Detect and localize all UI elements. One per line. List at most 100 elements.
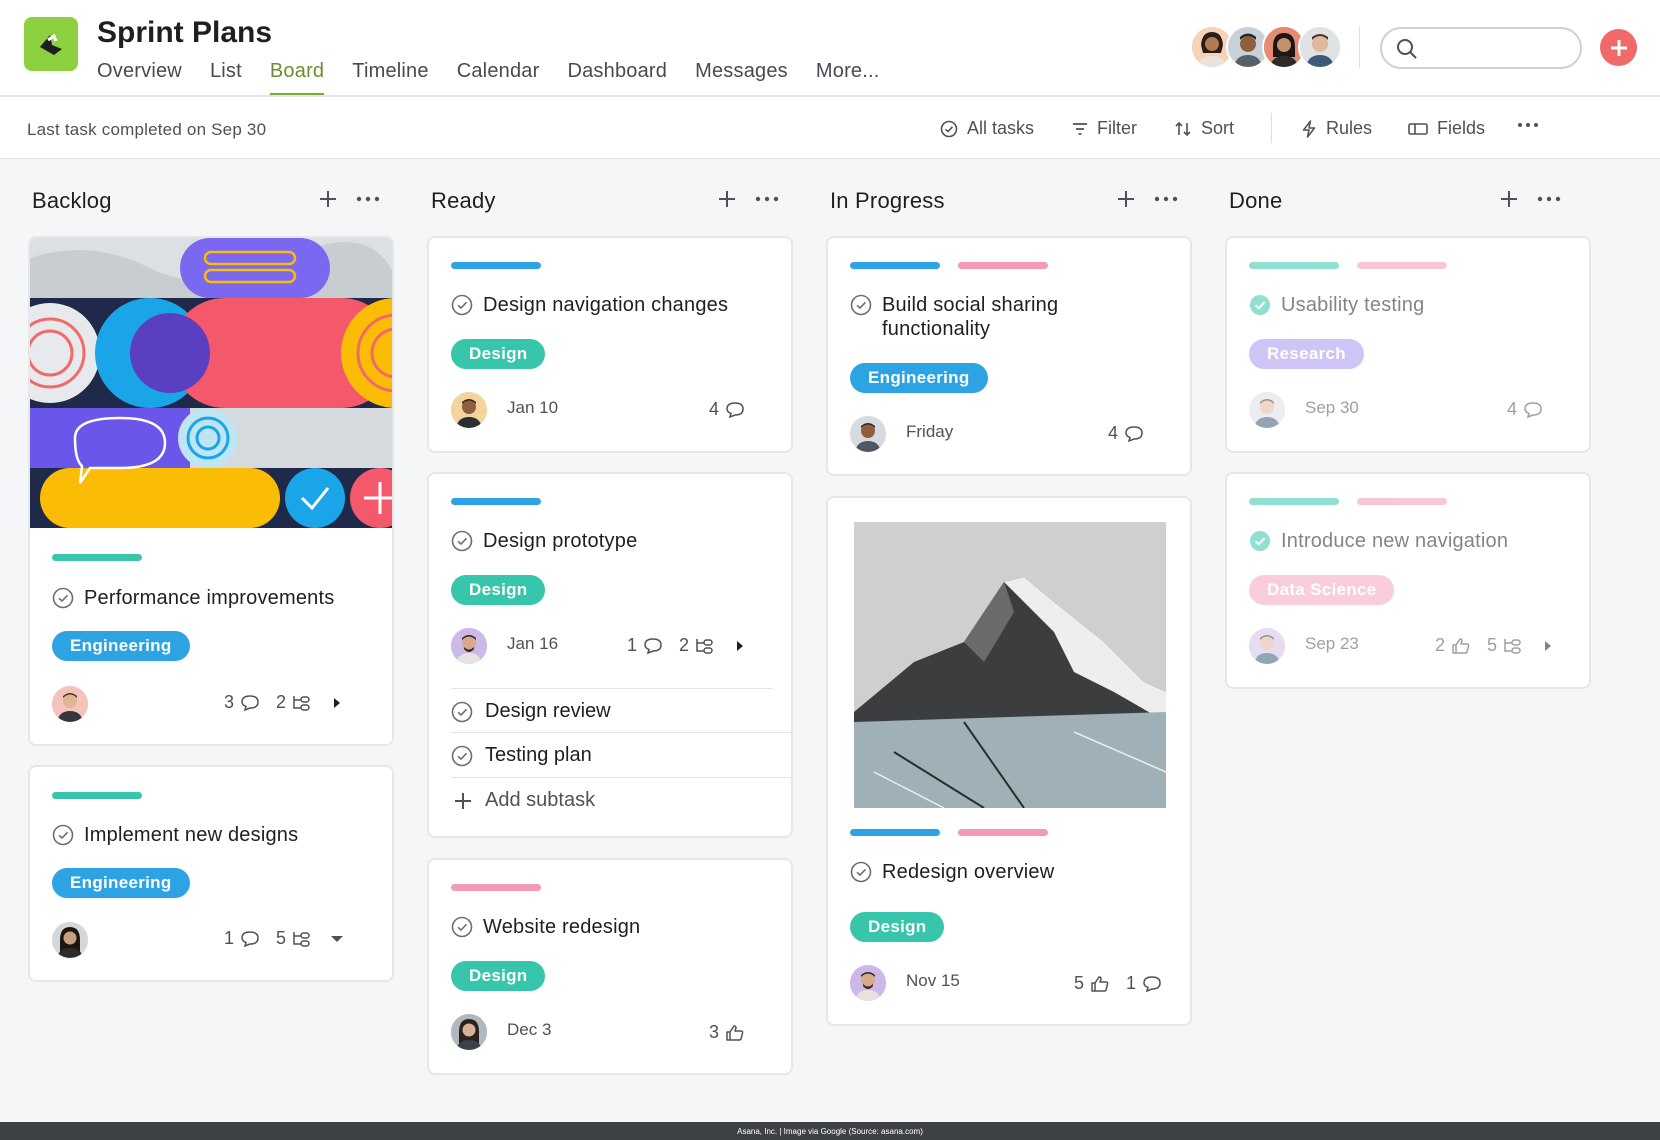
tab-overview[interactable]: Overview	[97, 60, 182, 95]
column-more-button[interactable]	[1536, 186, 1562, 212]
assignee-avatar[interactable]	[1249, 628, 1285, 664]
due-date[interactable]: Nov 15	[906, 971, 960, 991]
avatar[interactable]	[1298, 25, 1342, 69]
add-task-button[interactable]	[1113, 186, 1139, 212]
cover-image	[30, 238, 392, 528]
subtask-row[interactable]: Testing plan	[451, 744, 592, 767]
task-title[interactable]: Performance improvements	[52, 586, 334, 610]
check-circle-icon[interactable]	[451, 294, 473, 316]
task-card-design-prototype[interactable]: Design prototype Design Jan 16 1 2 Desig…	[427, 472, 793, 838]
comment-icon	[726, 401, 744, 418]
tag-design[interactable]: Design	[451, 339, 546, 369]
like-icon[interactable]	[1090, 975, 1110, 993]
column-more-button[interactable]	[355, 186, 381, 212]
like-icon[interactable]	[725, 1024, 745, 1042]
assignee-avatar[interactable]	[52, 922, 88, 958]
like-icon[interactable]	[1451, 637, 1471, 655]
task-card-website-redesign[interactable]: Website redesign Design Dec 3 3	[427, 858, 793, 1075]
subtask-count: 5	[276, 928, 287, 948]
task-title[interactable]: Website redesign	[451, 915, 640, 939]
tag-engineering[interactable]: Engineering	[52, 868, 190, 898]
check-circle-icon[interactable]	[52, 587, 74, 609]
due-date[interactable]: Jan 10	[507, 398, 558, 418]
comment-icon	[1524, 401, 1542, 418]
tab-board[interactable]: Board	[269, 60, 325, 95]
task-title[interactable]: Build social sharing functionality	[850, 293, 1058, 341]
caret-right-icon[interactable]	[735, 639, 745, 653]
task-card-usability-testing[interactable]: Usability testing Research Sep 30 4	[1225, 236, 1591, 453]
task-card-redesign-overview[interactable]: Redesign overview Design Nov 15 5 1	[826, 496, 1192, 1026]
fields-button[interactable]: Fields	[1408, 118, 1485, 139]
check-circle-icon[interactable]	[451, 916, 473, 938]
assignee-avatar[interactable]	[451, 628, 487, 664]
task-title-text: Usability testing	[1281, 294, 1425, 316]
check-circle-filled-icon[interactable]	[1249, 530, 1271, 552]
tab-list[interactable]: List	[210, 60, 242, 95]
task-title[interactable]: Design prototype	[451, 529, 637, 553]
task-title[interactable]: Usability testing	[1249, 293, 1424, 317]
check-circle-icon[interactable]	[850, 294, 872, 316]
tag-design[interactable]: Design	[850, 912, 945, 942]
comment-icon	[1143, 975, 1161, 992]
assignee-avatar[interactable]	[850, 416, 886, 452]
due-date[interactable]: Dec 3	[507, 1020, 551, 1040]
more-options-button[interactable]	[1517, 113, 1539, 137]
due-date[interactable]: Sep 30	[1305, 398, 1359, 418]
search-input[interactable]	[1426, 35, 1571, 61]
due-date[interactable]: Sep 23	[1305, 634, 1359, 654]
caret-right-icon[interactable]	[1543, 639, 1553, 653]
check-circle-icon[interactable]	[52, 824, 74, 846]
subtask-row[interactable]: Design review	[451, 700, 611, 723]
caret-right-icon[interactable]	[332, 696, 342, 710]
task-card-implement[interactable]: Implement new designs Engineering 1 5	[28, 765, 394, 982]
assignee-avatar[interactable]	[451, 1014, 487, 1050]
assignee-avatar[interactable]	[850, 965, 886, 1001]
task-title[interactable]: Design navigation changes	[451, 293, 728, 317]
task-title[interactable]: Redesign overview	[850, 860, 1054, 884]
task-title[interactable]: Introduce new navigation	[1249, 529, 1508, 553]
check-circle-filled-icon[interactable]	[1249, 294, 1271, 316]
check-circle-icon[interactable]	[451, 701, 473, 723]
tab-more[interactable]: More...	[816, 60, 880, 95]
task-card-performance[interactable]: Performance improvements Engineering 3 2	[28, 236, 394, 746]
tab-dashboard[interactable]: Dashboard	[567, 60, 667, 95]
all-tasks-button[interactable]: All tasks	[940, 118, 1034, 139]
task-card-social-sharing[interactable]: Build social sharing functionality Engine…	[826, 236, 1192, 476]
tab-messages[interactable]: Messages	[695, 60, 788, 95]
tag-research[interactable]: Research	[1249, 339, 1364, 369]
tag-engineering[interactable]: Engineering	[52, 631, 190, 661]
column-more-button[interactable]	[1153, 186, 1179, 212]
filter-button[interactable]: Filter	[1072, 118, 1137, 139]
search-box[interactable]	[1380, 27, 1582, 69]
task-card-introduce-navigation[interactable]: Introduce new navigation Data Science Se…	[1225, 472, 1591, 689]
assignee-avatar[interactable]	[451, 392, 487, 428]
assignee-avatar[interactable]	[52, 686, 88, 722]
tag-design[interactable]: Design	[451, 575, 546, 605]
check-circle-icon[interactable]	[850, 861, 872, 883]
plus-icon	[455, 792, 471, 809]
add-task-button[interactable]	[1496, 186, 1522, 212]
tag-design[interactable]: Design	[451, 961, 546, 991]
task-card-design-navigation[interactable]: Design navigation changes Design Jan 10 …	[427, 236, 793, 453]
tab-calendar[interactable]: Calendar	[457, 60, 540, 95]
tab-timeline[interactable]: Timeline	[352, 60, 428, 95]
rules-button[interactable]: Rules	[1301, 118, 1372, 139]
caret-down-icon[interactable]	[330, 934, 344, 944]
due-date[interactable]: Friday	[906, 422, 953, 442]
due-date[interactable]: Jan 16	[507, 634, 558, 654]
column-more-button[interactable]	[754, 186, 780, 212]
add-task-button[interactable]	[315, 186, 341, 212]
add-subtask-button[interactable]: Add subtask	[453, 789, 595, 812]
assignee-avatar[interactable]	[1249, 392, 1285, 428]
add-task-button[interactable]	[714, 186, 740, 212]
task-title[interactable]: Implement new designs	[52, 823, 298, 847]
tag-engineering[interactable]: Engineering	[850, 363, 988, 393]
check-circle-icon[interactable]	[451, 745, 473, 767]
check-circle-icon[interactable]	[451, 530, 473, 552]
member-avatars[interactable]	[1190, 25, 1342, 69]
card-meta: 3 2	[224, 692, 342, 713]
sort-button[interactable]: Sort	[1174, 118, 1234, 139]
tag-data-science[interactable]: Data Science	[1249, 575, 1395, 605]
project-logo-icon[interactable]	[24, 17, 78, 71]
add-new-button[interactable]	[1600, 29, 1637, 66]
